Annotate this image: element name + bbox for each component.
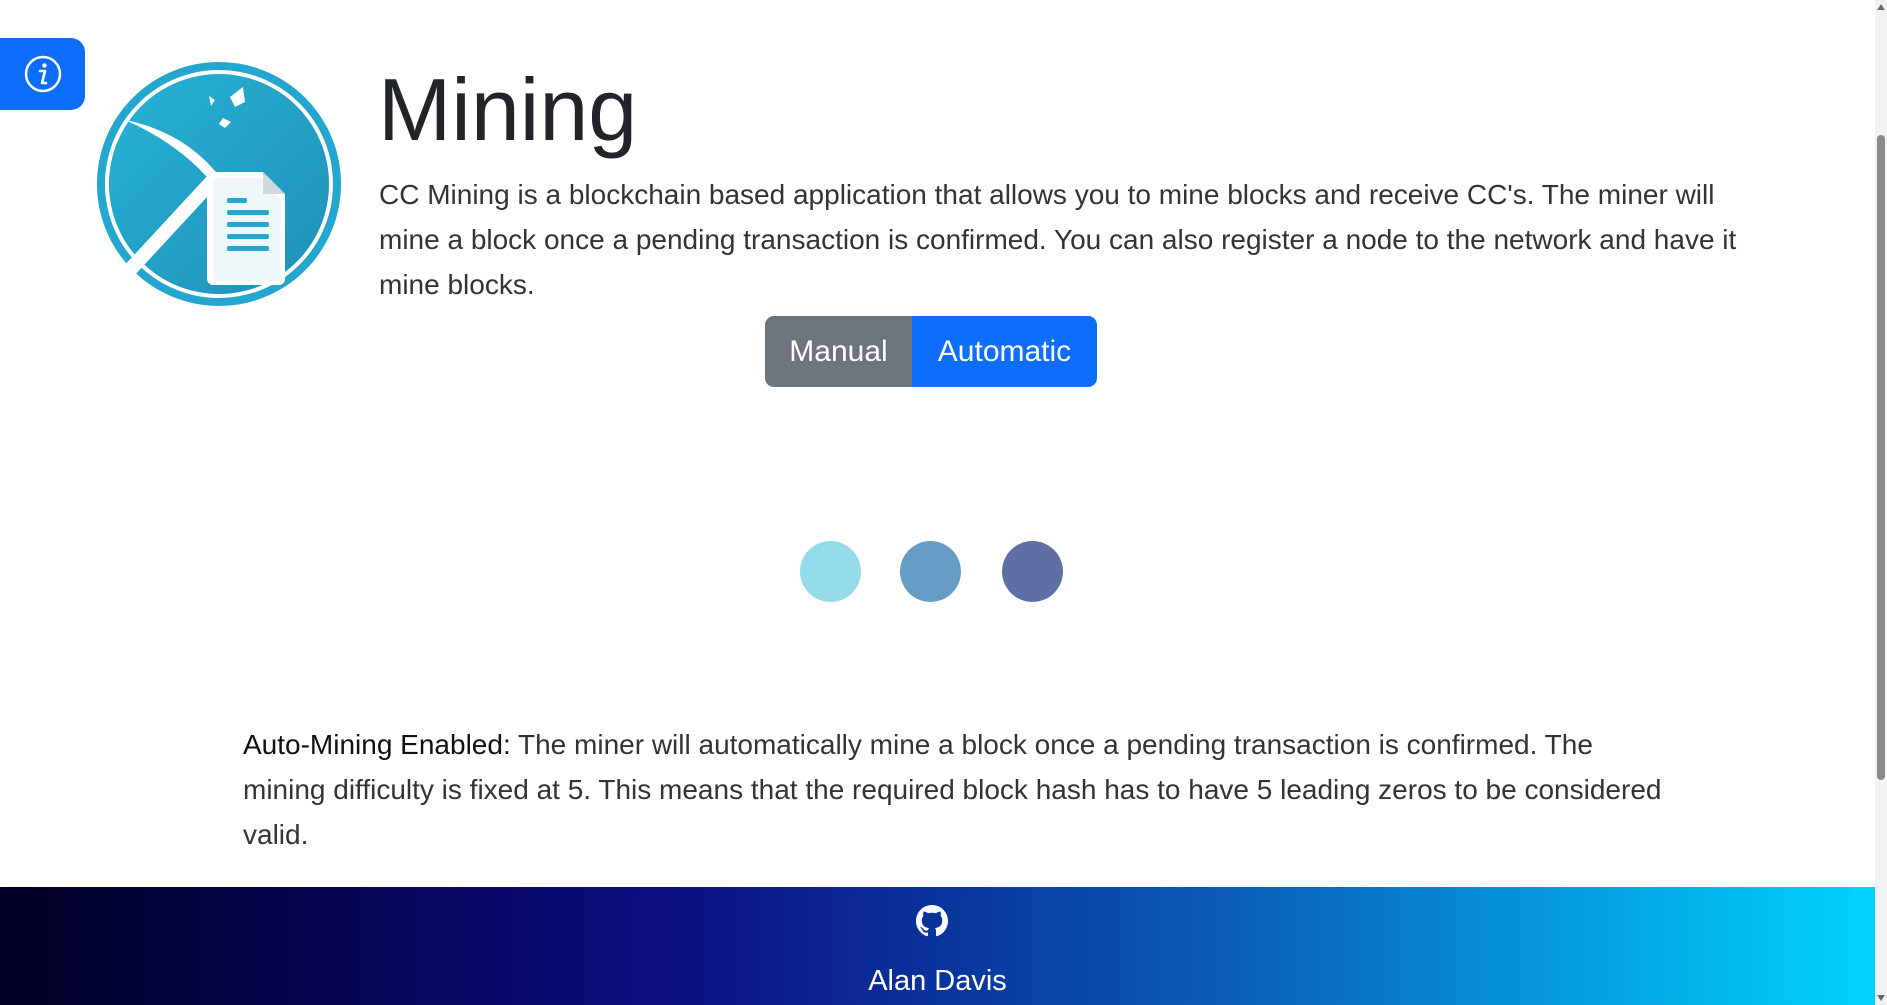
page-title: Mining: [378, 60, 638, 159]
loading-indicator: [800, 541, 1063, 603]
manual-mode-button[interactable]: Manual: [765, 316, 912, 387]
loading-dot: [1002, 541, 1063, 602]
scroll-down-icon[interactable]: [1877, 995, 1885, 1001]
mining-pickaxe-document-icon: [97, 62, 341, 306]
page-scrollbar[interactable]: [1875, 0, 1887, 1005]
info-circle-icon: [24, 55, 61, 93]
info-button[interactable]: [0, 38, 85, 110]
scrollbar-thumb[interactable]: [1877, 135, 1885, 780]
page-description: CC Mining is a blockchain based applicat…: [379, 179, 1737, 300]
footer-author: Alan Davis: [868, 965, 1007, 997]
github-link[interactable]: [916, 905, 948, 937]
loading-dot: [900, 541, 961, 602]
status-label: Auto-Mining Enabled:: [243, 729, 511, 760]
scroll-up-icon[interactable]: [1877, 4, 1885, 10]
github-icon: [916, 905, 948, 937]
loading-dot: [800, 541, 861, 602]
footer: Alan Davis: [0, 887, 1875, 1005]
automatic-mode-button[interactable]: Automatic: [912, 316, 1097, 387]
auto-mining-status: Auto-Mining Enabled: The miner will auto…: [243, 722, 1663, 857]
mining-mode-toggle: Manual Automatic: [765, 316, 1097, 387]
